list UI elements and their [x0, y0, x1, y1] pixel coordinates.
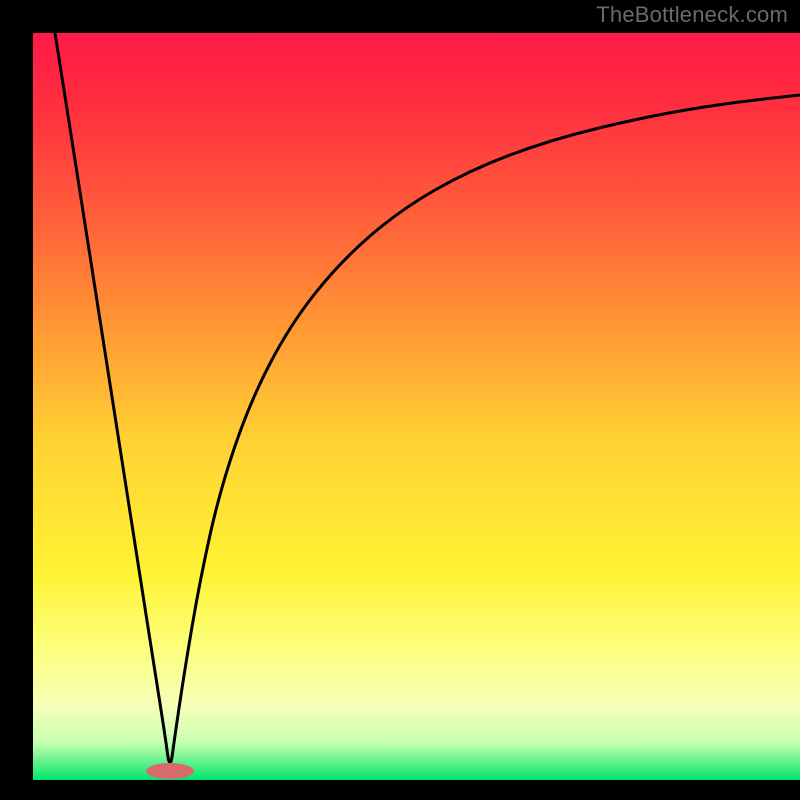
- chart-frame: TheBottleneck.com: [0, 0, 800, 800]
- watermark-text: TheBottleneck.com: [596, 2, 788, 28]
- bottleneck-chart: [0, 0, 800, 800]
- plot-background: [33, 33, 800, 780]
- minimum-marker: [146, 763, 194, 779]
